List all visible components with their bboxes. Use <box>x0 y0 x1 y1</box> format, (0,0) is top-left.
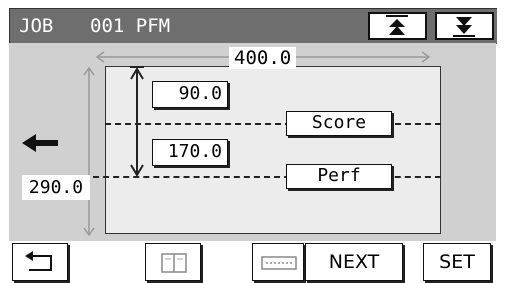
score-position-value[interactable]: 90.0 <box>152 81 228 108</box>
return-arrow-icon <box>25 251 52 271</box>
keypad-button[interactable] <box>252 243 304 281</box>
triangle-up-icon <box>386 15 408 35</box>
next-button[interactable]: NEXT <box>305 243 403 281</box>
perf-label[interactable]: Perf <box>286 164 392 189</box>
job-name: 001 PFM <box>90 15 171 37</box>
scroll-down-button[interactable] <box>435 12 494 40</box>
feed-direction-arrow-icon <box>22 134 58 152</box>
sheet-length-value[interactable]: 290.0 <box>22 175 90 200</box>
job-label: JOB <box>19 15 54 37</box>
line-position-arrow <box>130 66 144 177</box>
back-button[interactable] <box>12 243 68 281</box>
bottom-toolbar: NEXT SET <box>9 241 496 283</box>
title-bar: JOB 001 PFM <box>9 8 497 44</box>
triangle-down-icon <box>453 17 475 37</box>
set-button[interactable]: SET <box>423 243 491 281</box>
open-book-icon <box>161 253 187 273</box>
keypad-icon <box>261 256 297 270</box>
layout-work-area: 400.0 90.0 170.0 Score Perf 290.0 <box>9 43 496 241</box>
scroll-up-button[interactable] <box>368 12 427 40</box>
score-label[interactable]: Score <box>286 111 392 136</box>
length-dimension-arrow <box>83 66 95 237</box>
sheet-width-value[interactable]: 400.0 <box>229 47 297 69</box>
manual-button[interactable] <box>145 243 201 281</box>
perf-position-value[interactable]: 170.0 <box>152 139 228 166</box>
job-setup-screen: JOB 001 PFM 400.0 90.0 170.0 Score Perf … <box>0 0 505 283</box>
